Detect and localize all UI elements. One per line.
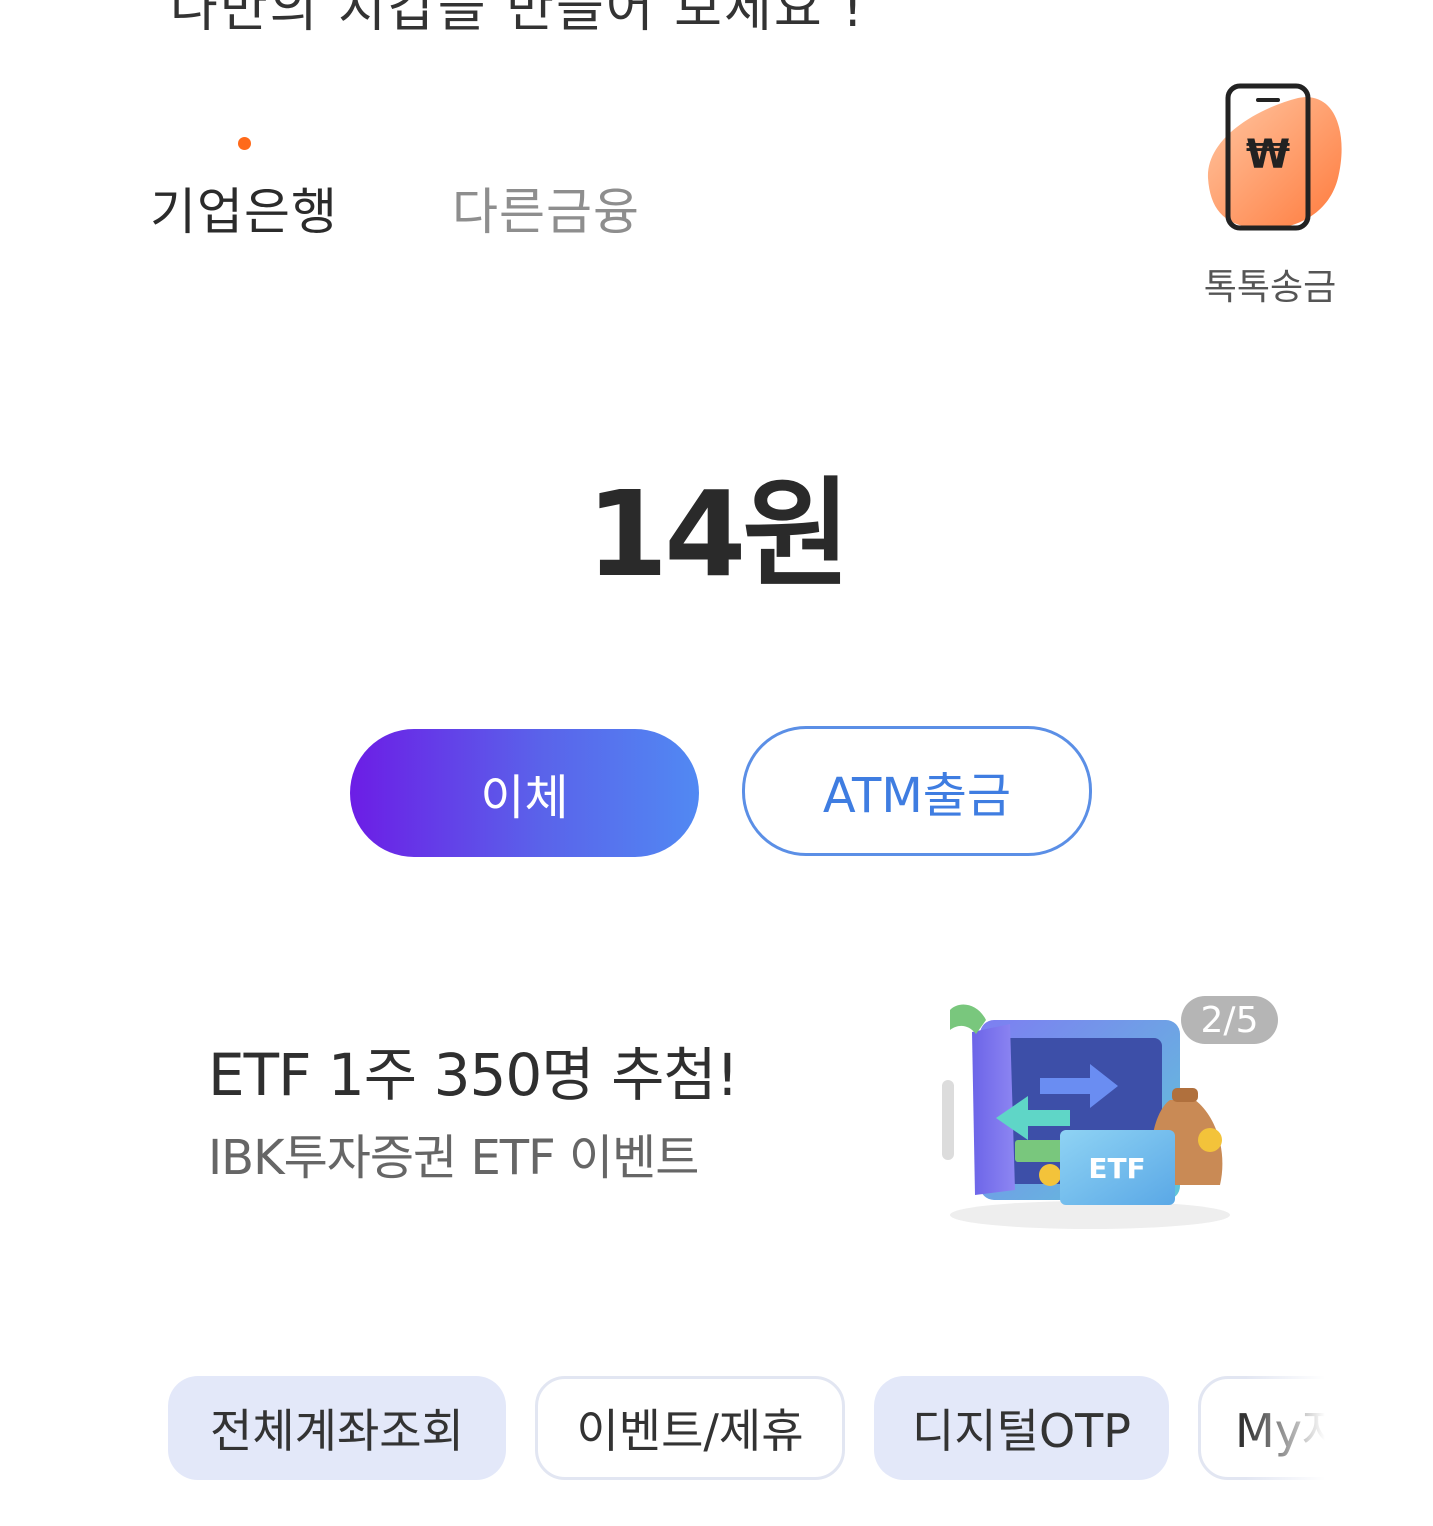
clipped-header-text: 나만의 지갑을 만들어 보세요 ! [170, 0, 866, 39]
toktok-label: 톡톡송금 [1203, 267, 1337, 308]
transfer-button[interactable]: 이체 [350, 729, 699, 857]
toktok-transfer-button[interactable]: ₩ 톡톡송금 [1190, 78, 1350, 308]
chip-events-partners[interactable]: 이벤트/제휴 [535, 1376, 845, 1480]
tab-ibk[interactable]: 기업은행 [150, 172, 338, 244]
active-tab-indicator [238, 137, 251, 150]
chip-digital-otp[interactable]: 디지털OTP [874, 1376, 1169, 1480]
banner-subtitle: IBK투자증권 ETF 이벤트 [208, 1130, 699, 1186]
chip-all-accounts[interactable]: 전체계좌조회 [168, 1376, 506, 1480]
banner-page-indicator: 2/5 [1181, 996, 1278, 1044]
phone-won-icon: ₩ [1207, 83, 1342, 231]
quick-menu-chips: 전체계좌조회 이벤트/제휴 디지털OTP My자 [0, 1376, 1325, 1482]
banner-title: ETF 1주 350명 추첨! [208, 1041, 739, 1109]
account-balance: 14원 [586, 465, 851, 603]
won-symbol: ₩ [1246, 132, 1290, 178]
atm-withdraw-button[interactable]: ATM출금 [742, 726, 1092, 856]
account-home-screen: 나만의 지갑을 만들어 보세요 ! 기업은행 다른금융 ₩ 톡톡송금 14원 이… [0, 0, 1433, 1526]
tab-other-finance[interactable]: 다른금융 [452, 172, 640, 244]
chips-scroll-fade [1245, 1376, 1325, 1482]
promo-banner[interactable]: ETF 1주 350명 추첨! IBK투자증권 ETF 이벤트 ETF 2/5 [0, 990, 1433, 1250]
etf-card-label: ETF [1088, 1152, 1145, 1185]
